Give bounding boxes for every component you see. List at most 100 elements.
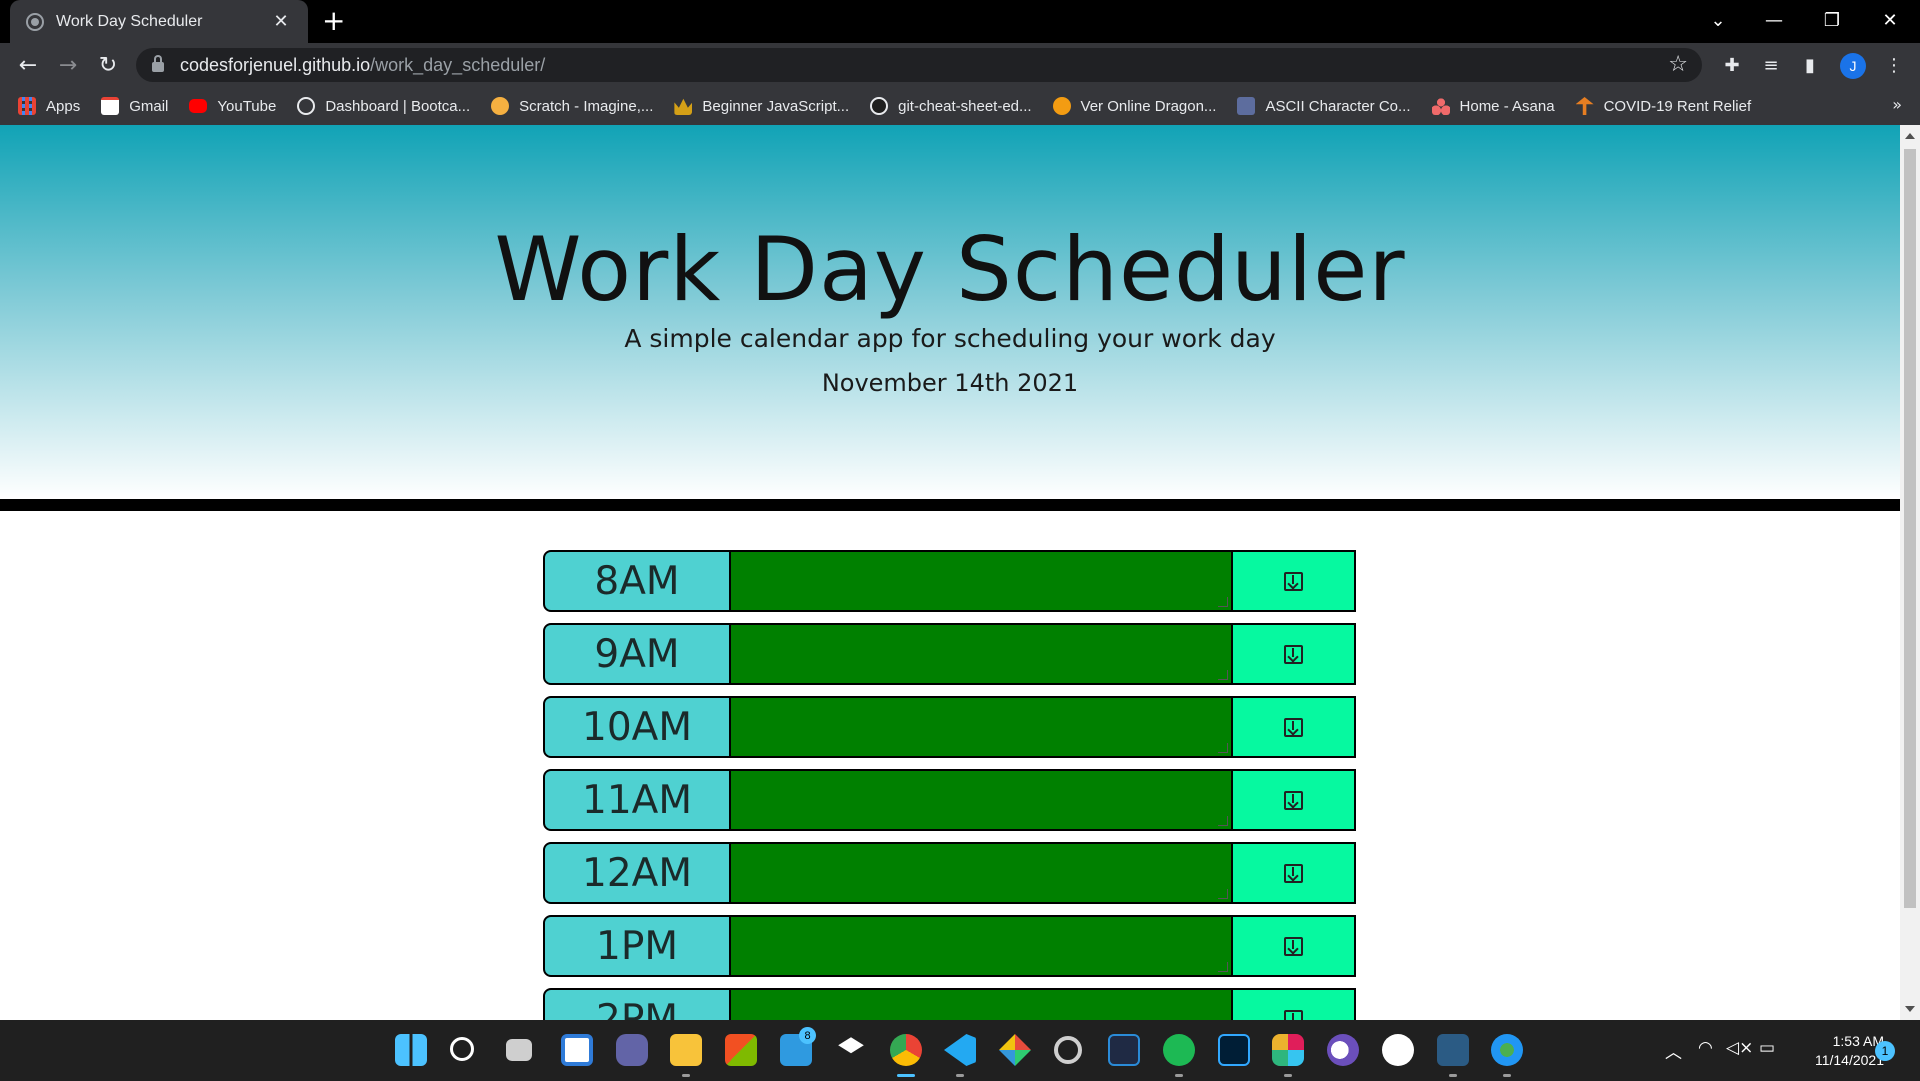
new-tab-button[interactable]: +: [322, 6, 345, 36]
header-divider: [0, 499, 1900, 511]
bookmarks-overflow-icon[interactable]: »: [1892, 95, 1902, 114]
slack-icon[interactable]: [1272, 1034, 1304, 1066]
scroll-up-arrow-icon[interactable]: [1905, 133, 1915, 139]
time-block-list: 8AM 9AM 10AM 11AM 12AM 1PM 2PM: [543, 550, 1356, 1020]
pr-icon: [1237, 97, 1256, 115]
bookmark-item[interactable]: COVID-19 Rent Relief: [1575, 97, 1751, 115]
save-icon: [1284, 863, 1303, 883]
running-indicator: [1284, 1074, 1292, 1077]
bookmark-item[interactable]: YouTube: [189, 98, 276, 115]
save-button[interactable]: [1233, 623, 1356, 685]
event-textarea[interactable]: [731, 769, 1233, 831]
spotify-icon[interactable]: [1163, 1034, 1195, 1066]
save-icon: [1284, 790, 1303, 810]
microsoft-store-icon[interactable]: [725, 1034, 757, 1066]
page-viewport: Work Day Scheduler A simple calendar app…: [0, 125, 1900, 1020]
save-button[interactable]: [1233, 988, 1356, 1020]
tab-strip: Work Day Scheduler ✕ + ⌄ — ❐ ✕: [0, 0, 1920, 43]
event-textarea[interactable]: [731, 988, 1233, 1020]
scrollbar-thumb[interactable]: [1904, 149, 1916, 908]
photoshop-icon[interactable]: [1218, 1034, 1250, 1066]
task-view-icon[interactable]: [506, 1039, 532, 1061]
mail-badge: 8: [799, 1027, 816, 1044]
windows-taskbar: 8 ︿ ◠ ◁× ▭ 1:53 AM 11/14/2021 1: [0, 1020, 1920, 1081]
lock-icon: [152, 55, 164, 72]
wifi-icon[interactable]: ◠: [1698, 1038, 1713, 1058]
back-arrow-icon[interactable]: ←: [14, 51, 42, 79]
page-scrollbar[interactable]: [1900, 125, 1920, 1020]
minimize-button[interactable]: —: [1746, 0, 1802, 40]
address-bar[interactable]: codesforjenuel.github.io/work_day_schedu…: [136, 48, 1702, 82]
close-window-button[interactable]: ✕: [1862, 0, 1918, 40]
event-textarea[interactable]: [731, 623, 1233, 685]
bookmark-item[interactable]: Apps: [18, 97, 80, 115]
time-block-row: 8AM: [543, 550, 1356, 612]
event-textarea[interactable]: [731, 842, 1233, 904]
git-kraken-icon[interactable]: [999, 1034, 1031, 1066]
time-block-row: 9AM: [543, 623, 1356, 685]
globe-app-icon[interactable]: [1491, 1034, 1523, 1066]
bookmark-item[interactable]: Scratch - Imagine,...: [491, 97, 653, 115]
reading-list-icon[interactable]: ≡: [1757, 51, 1785, 79]
clock-time: 1:53 AM: [1832, 1033, 1884, 1049]
obs-icon[interactable]: [1054, 1036, 1082, 1064]
save-button[interactable]: [1233, 696, 1356, 758]
dropbox-icon[interactable]: [838, 1037, 864, 1054]
bookmark-item[interactable]: Gmail: [101, 97, 168, 115]
reload-icon[interactable]: ↻: [94, 51, 122, 79]
github-icon: [870, 97, 889, 115]
save-icon: [1284, 644, 1303, 664]
bookmark-item[interactable]: Home - Asana: [1431, 97, 1555, 115]
running-indicator: [1175, 1074, 1183, 1077]
dragonball-icon: [1052, 97, 1071, 115]
tab-close-icon[interactable]: ✕: [270, 11, 292, 32]
save-button[interactable]: [1233, 769, 1356, 831]
widgets-icon[interactable]: [561, 1034, 593, 1066]
bookmark-item[interactable]: Ver Online Dragon...: [1052, 97, 1216, 115]
save-button[interactable]: [1233, 550, 1356, 612]
mongodb-icon[interactable]: [1382, 1034, 1414, 1066]
clock-date: 11/14/2021: [1814, 1052, 1884, 1068]
bookmark-item[interactable]: ASCII Character Co...: [1237, 97, 1411, 115]
bookmark-item[interactable]: Dashboard | Bootca...: [297, 97, 470, 115]
search-icon[interactable]: [450, 1037, 474, 1061]
tab-search-icon[interactable]: ⌄: [1690, 0, 1746, 40]
hour-label: 2PM: [543, 988, 731, 1020]
save-button[interactable]: [1233, 915, 1356, 977]
notification-badge[interactable]: 1: [1875, 1041, 1895, 1061]
extensions-puzzle-icon[interactable]: ✚: [1718, 51, 1746, 79]
teams-chat-icon[interactable]: [616, 1034, 648, 1066]
rent-relief-icon: [1575, 97, 1594, 115]
side-panel-icon[interactable]: ▮: [1796, 51, 1824, 79]
browser-tab-active[interactable]: Work Day Scheduler ✕: [10, 0, 308, 43]
eclipse-icon[interactable]: [1327, 1034, 1359, 1066]
forward-arrow-icon[interactable]: →: [54, 51, 82, 79]
restore-button[interactable]: ❐: [1804, 0, 1860, 40]
tray-overflow-chevron-icon[interactable]: ︿: [1665, 1038, 1682, 1063]
running-indicator: [956, 1074, 964, 1077]
bookmark-star-icon[interactable]: ☆: [1668, 52, 1688, 77]
chrome-icon[interactable]: [890, 1034, 922, 1066]
save-button[interactable]: [1233, 842, 1356, 904]
event-textarea[interactable]: [731, 915, 1233, 977]
file-explorer-icon[interactable]: [670, 1034, 702, 1066]
system-clock[interactable]: 1:53 AM 11/14/2021: [1784, 1032, 1884, 1070]
profile-avatar[interactable]: J: [1840, 53, 1866, 79]
tab-title: Work Day Scheduler: [56, 12, 203, 30]
bookmark-item[interactable]: Beginner JavaScript...: [674, 97, 849, 115]
volume-muted-icon[interactable]: ◁×: [1726, 1038, 1753, 1058]
v-app-icon[interactable]: [1108, 1034, 1140, 1066]
windows-start-icon[interactable]: [395, 1034, 427, 1066]
bookmark-item[interactable]: git-cheat-sheet-ed...: [870, 97, 1032, 115]
event-textarea[interactable]: [731, 550, 1233, 612]
url-host: codesforjenuel.github.io: [180, 54, 371, 75]
hour-label: 1PM: [543, 915, 731, 977]
event-textarea[interactable]: [731, 696, 1233, 758]
vscode-icon[interactable]: [944, 1034, 976, 1066]
scroll-down-arrow-icon[interactable]: [1905, 1006, 1915, 1012]
mysql-workbench-icon[interactable]: [1437, 1034, 1469, 1066]
battery-icon[interactable]: ▭: [1759, 1038, 1775, 1058]
hour-label: 10AM: [543, 696, 731, 758]
menu-kebab-icon[interactable]: ⋮: [1880, 51, 1908, 79]
page-header: Work Day Scheduler A simple calendar app…: [0, 125, 1900, 499]
